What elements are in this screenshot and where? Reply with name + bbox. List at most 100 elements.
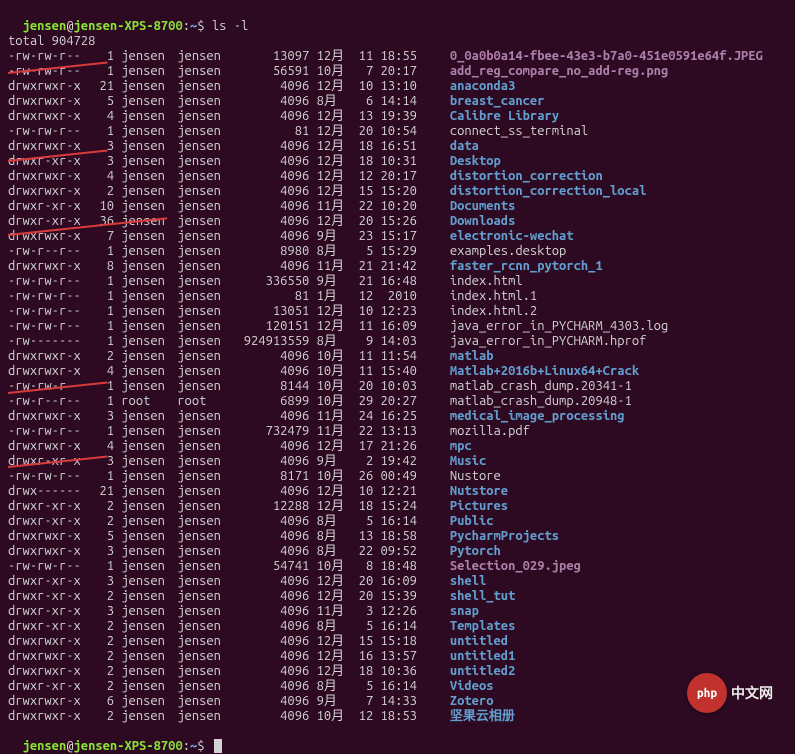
links: 1 bbox=[92, 559, 114, 574]
perm: -rw-rw-r-- bbox=[8, 274, 92, 289]
owner: jensen bbox=[121, 334, 177, 349]
date: 10月 11 15:40 bbox=[317, 364, 443, 379]
list-row: drwxrwxr-x3 jensenjensen4096 12月 18 16:5… bbox=[8, 139, 787, 154]
group: jensen bbox=[177, 604, 233, 619]
links: 4 bbox=[92, 364, 114, 379]
links: 2 bbox=[92, 679, 114, 694]
filename: Nustore bbox=[450, 469, 501, 484]
group: jensen bbox=[177, 304, 233, 319]
size: 4096 bbox=[233, 139, 309, 154]
perm: drwxrwxr-x bbox=[8, 709, 92, 724]
date: 12月 18 15:24 bbox=[317, 499, 443, 514]
filename: index.html.1 bbox=[450, 289, 537, 304]
date: 11月 3 12:26 bbox=[317, 604, 443, 619]
links: 21 bbox=[92, 79, 114, 94]
date: 8月 9 14:03 bbox=[317, 334, 443, 349]
links: 36 bbox=[92, 214, 114, 229]
list-row: drwxrwxr-x4 jensenjensen4096 12月 13 19:3… bbox=[8, 109, 787, 124]
list-row: drwxrwxr-x2 jensenjensen4096 12月 15 15:2… bbox=[8, 184, 787, 199]
size: 4096 bbox=[233, 229, 309, 244]
owner: jensen bbox=[121, 634, 177, 649]
owner: jensen bbox=[121, 559, 177, 574]
links: 3 bbox=[92, 409, 114, 424]
list-row: drwxrwxr-x2 jensenjensen4096 10月 11 11:5… bbox=[8, 349, 787, 364]
links: 1 bbox=[92, 334, 114, 349]
perm: drwxrwxr-x bbox=[8, 109, 92, 124]
filename: Zotero bbox=[450, 694, 494, 709]
list-row: -rw-rw-r--1 jensenjensen8144 10月 20 10:0… bbox=[8, 379, 787, 394]
perm: drwxr-xr-x bbox=[8, 514, 92, 529]
perm: -rw-rw-r-- bbox=[8, 124, 92, 139]
list-row: -rw-r--r--1 jensenjensen8980 8月 5 15:29 … bbox=[8, 244, 787, 259]
owner: jensen bbox=[121, 214, 177, 229]
size: 4096 bbox=[233, 679, 309, 694]
links: 1 bbox=[92, 244, 114, 259]
links: 3 bbox=[92, 139, 114, 154]
list-row: drwxrwxr-x2 jensenjensen4096 12月 15 15:1… bbox=[8, 634, 787, 649]
prompt-line-2[interactable]: jensen@jensen-XPS-8700:~$ bbox=[8, 724, 787, 754]
filename: untitled2 bbox=[450, 664, 516, 679]
date: 12月 15 15:20 bbox=[317, 184, 443, 199]
size: 4096 bbox=[233, 79, 309, 94]
perm: drwxrwxr-x bbox=[8, 139, 92, 154]
owner: jensen bbox=[121, 454, 177, 469]
group: jensen bbox=[177, 169, 233, 184]
group: jensen bbox=[177, 454, 233, 469]
perm: drwxrwxr-x bbox=[8, 649, 92, 664]
perm: drwxrwxr-x bbox=[8, 529, 92, 544]
links: 2 bbox=[92, 589, 114, 604]
links: 1 bbox=[92, 274, 114, 289]
date: 12月 17 21:26 bbox=[317, 439, 443, 454]
group: jensen bbox=[177, 259, 233, 274]
filename: distortion_correction bbox=[450, 169, 603, 184]
date: 1月 12 2010 bbox=[317, 289, 443, 304]
size: 4096 bbox=[233, 364, 309, 379]
owner: jensen bbox=[121, 64, 177, 79]
size: 12288 bbox=[233, 499, 309, 514]
group: root bbox=[177, 394, 233, 409]
group: jensen bbox=[177, 334, 233, 349]
date: 12月 16 13:57 bbox=[317, 649, 443, 664]
group: jensen bbox=[177, 79, 233, 94]
date: 12月 20 10:54 bbox=[317, 124, 443, 139]
links: 3 bbox=[92, 454, 114, 469]
size: 8980 bbox=[233, 244, 309, 259]
filename: connect_ss_terminal bbox=[450, 124, 588, 139]
date: 8月 5 15:29 bbox=[317, 244, 443, 259]
group: jensen bbox=[177, 64, 233, 79]
perm: drwxrwxr-x bbox=[8, 544, 92, 559]
filename: electronic-wechat bbox=[450, 229, 574, 244]
owner: jensen bbox=[121, 709, 177, 724]
size: 4096 bbox=[233, 154, 309, 169]
perm: -rw-rw-r-- bbox=[8, 424, 92, 439]
date: 9月 7 14:33 bbox=[317, 694, 443, 709]
list-row: drwxr-xr-x3 jensenjensen4096 12月 18 10:3… bbox=[8, 154, 787, 169]
filename: Nutstore bbox=[450, 484, 508, 499]
owner: jensen bbox=[121, 544, 177, 559]
date: 9月 21 16:48 bbox=[317, 274, 443, 289]
group: jensen bbox=[177, 139, 233, 154]
owner: jensen bbox=[121, 694, 177, 709]
list-row: drwxr-xr-x2 jensenjensen4096 8月 5 16:14 … bbox=[8, 514, 787, 529]
date: 12月 10 12:21 bbox=[317, 484, 443, 499]
filename: Templates bbox=[450, 619, 516, 634]
filename: matlab_crash_dump.20948-1 bbox=[450, 394, 632, 409]
links: 2 bbox=[92, 709, 114, 724]
list-row: drwxr-xr-x2 jensenjensen12288 12月 18 15:… bbox=[8, 499, 787, 514]
owner: jensen bbox=[121, 139, 177, 154]
perm: drwxrwxr-x bbox=[8, 694, 92, 709]
filename: snap bbox=[450, 604, 479, 619]
date: 10月 26 00:49 bbox=[317, 469, 443, 484]
filename: PycharmProjects bbox=[450, 529, 559, 544]
perm: drwxrwxr-x bbox=[8, 169, 92, 184]
list-row: drwxr-xr-x36 jensenjensen4096 12月 20 15:… bbox=[8, 214, 787, 229]
prompt-user: jensen bbox=[23, 19, 67, 33]
owner: jensen bbox=[121, 514, 177, 529]
links: 2 bbox=[92, 349, 114, 364]
filename: 0_0a0b0a14-fbee-43e3-b7a0-451e0591e64f.J… bbox=[450, 49, 763, 64]
group: jensen bbox=[177, 559, 233, 574]
owner: jensen bbox=[121, 679, 177, 694]
group: jensen bbox=[177, 529, 233, 544]
group: jensen bbox=[177, 439, 233, 454]
date: 10月 8 18:48 bbox=[317, 559, 443, 574]
